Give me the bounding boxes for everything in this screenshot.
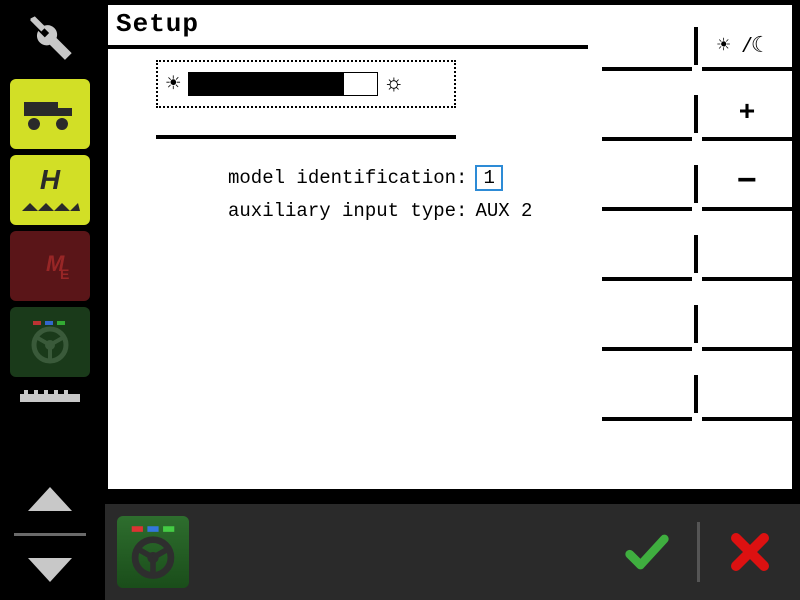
softkey-plus[interactable]: +: [702, 83, 792, 143]
steering-wheel-icon: [25, 317, 75, 367]
sun-filled-icon: ☀: [166, 69, 180, 99]
bottom-bar: [105, 504, 800, 600]
wrench-icon: [24, 12, 76, 64]
svg-text:E: E: [60, 266, 69, 282]
svg-text:H: H: [40, 164, 61, 195]
sidebar-item-me[interactable]: ME: [10, 231, 90, 301]
aux-type-value: AUX 2: [475, 200, 532, 222]
svg-text:☀: ☀: [717, 34, 730, 59]
softkey-column: ☀/☾ + −: [602, 5, 792, 489]
sidebar-item-vehicle[interactable]: [10, 79, 90, 149]
sidebar-scroll-up[interactable]: [10, 469, 90, 529]
brightness-fill: [189, 73, 343, 95]
sidebar-scroll: [0, 469, 100, 600]
sidebar-item-tools[interactable]: [10, 3, 90, 73]
bottom-steering-button[interactable]: [117, 516, 189, 588]
model-id-row: model identification: 1: [228, 165, 503, 191]
main-panel: Setup ☀ ☼ model identification: 1 auxili…: [105, 2, 795, 492]
close-icon: [726, 528, 774, 576]
strip-icon: [20, 388, 80, 406]
softkey-daynight[interactable]: ☀/☾: [702, 15, 792, 75]
confirm-button[interactable]: [597, 504, 697, 600]
truck-icon: [18, 94, 82, 134]
softkey-minus[interactable]: −: [702, 153, 792, 213]
svg-text:☾: ☾: [751, 34, 764, 59]
aux-type-label: auxiliary input type:: [228, 200, 467, 222]
separator: [156, 135, 456, 139]
brightness-bar[interactable]: [188, 72, 378, 96]
brightness-control[interactable]: ☀ ☼: [156, 60, 456, 108]
left-sidebar: H ME: [0, 0, 100, 600]
steering-wheel-icon: [125, 524, 181, 580]
sidebar-item-h[interactable]: H: [10, 155, 90, 225]
softkey-6[interactable]: [702, 363, 792, 423]
day-night-icon: ☀/☾: [717, 30, 777, 60]
softkey-5[interactable]: [702, 293, 792, 353]
sidebar-item-strip[interactable]: [10, 383, 90, 411]
sidebar-scroll-down[interactable]: [10, 540, 90, 600]
me-icon: ME: [20, 241, 80, 291]
title-underline: [108, 45, 588, 49]
cancel-button[interactable]: [700, 504, 800, 600]
aux-type-row: auxiliary input type: AUX 2: [228, 200, 532, 222]
model-id-label: model identification:: [228, 167, 467, 189]
divider: [14, 533, 86, 536]
softkey-4[interactable]: [702, 223, 792, 283]
page-title: Setup: [116, 9, 199, 39]
chevron-down-icon: [28, 558, 72, 582]
h-icon: H: [20, 163, 80, 217]
bottom-actions: [597, 504, 800, 600]
check-icon: [621, 526, 673, 578]
sidebar-item-steering[interactable]: [10, 307, 90, 377]
sun-outline-icon: ☼: [386, 71, 400, 98]
model-id-value[interactable]: 1: [475, 165, 502, 191]
chevron-up-icon: [28, 487, 72, 511]
